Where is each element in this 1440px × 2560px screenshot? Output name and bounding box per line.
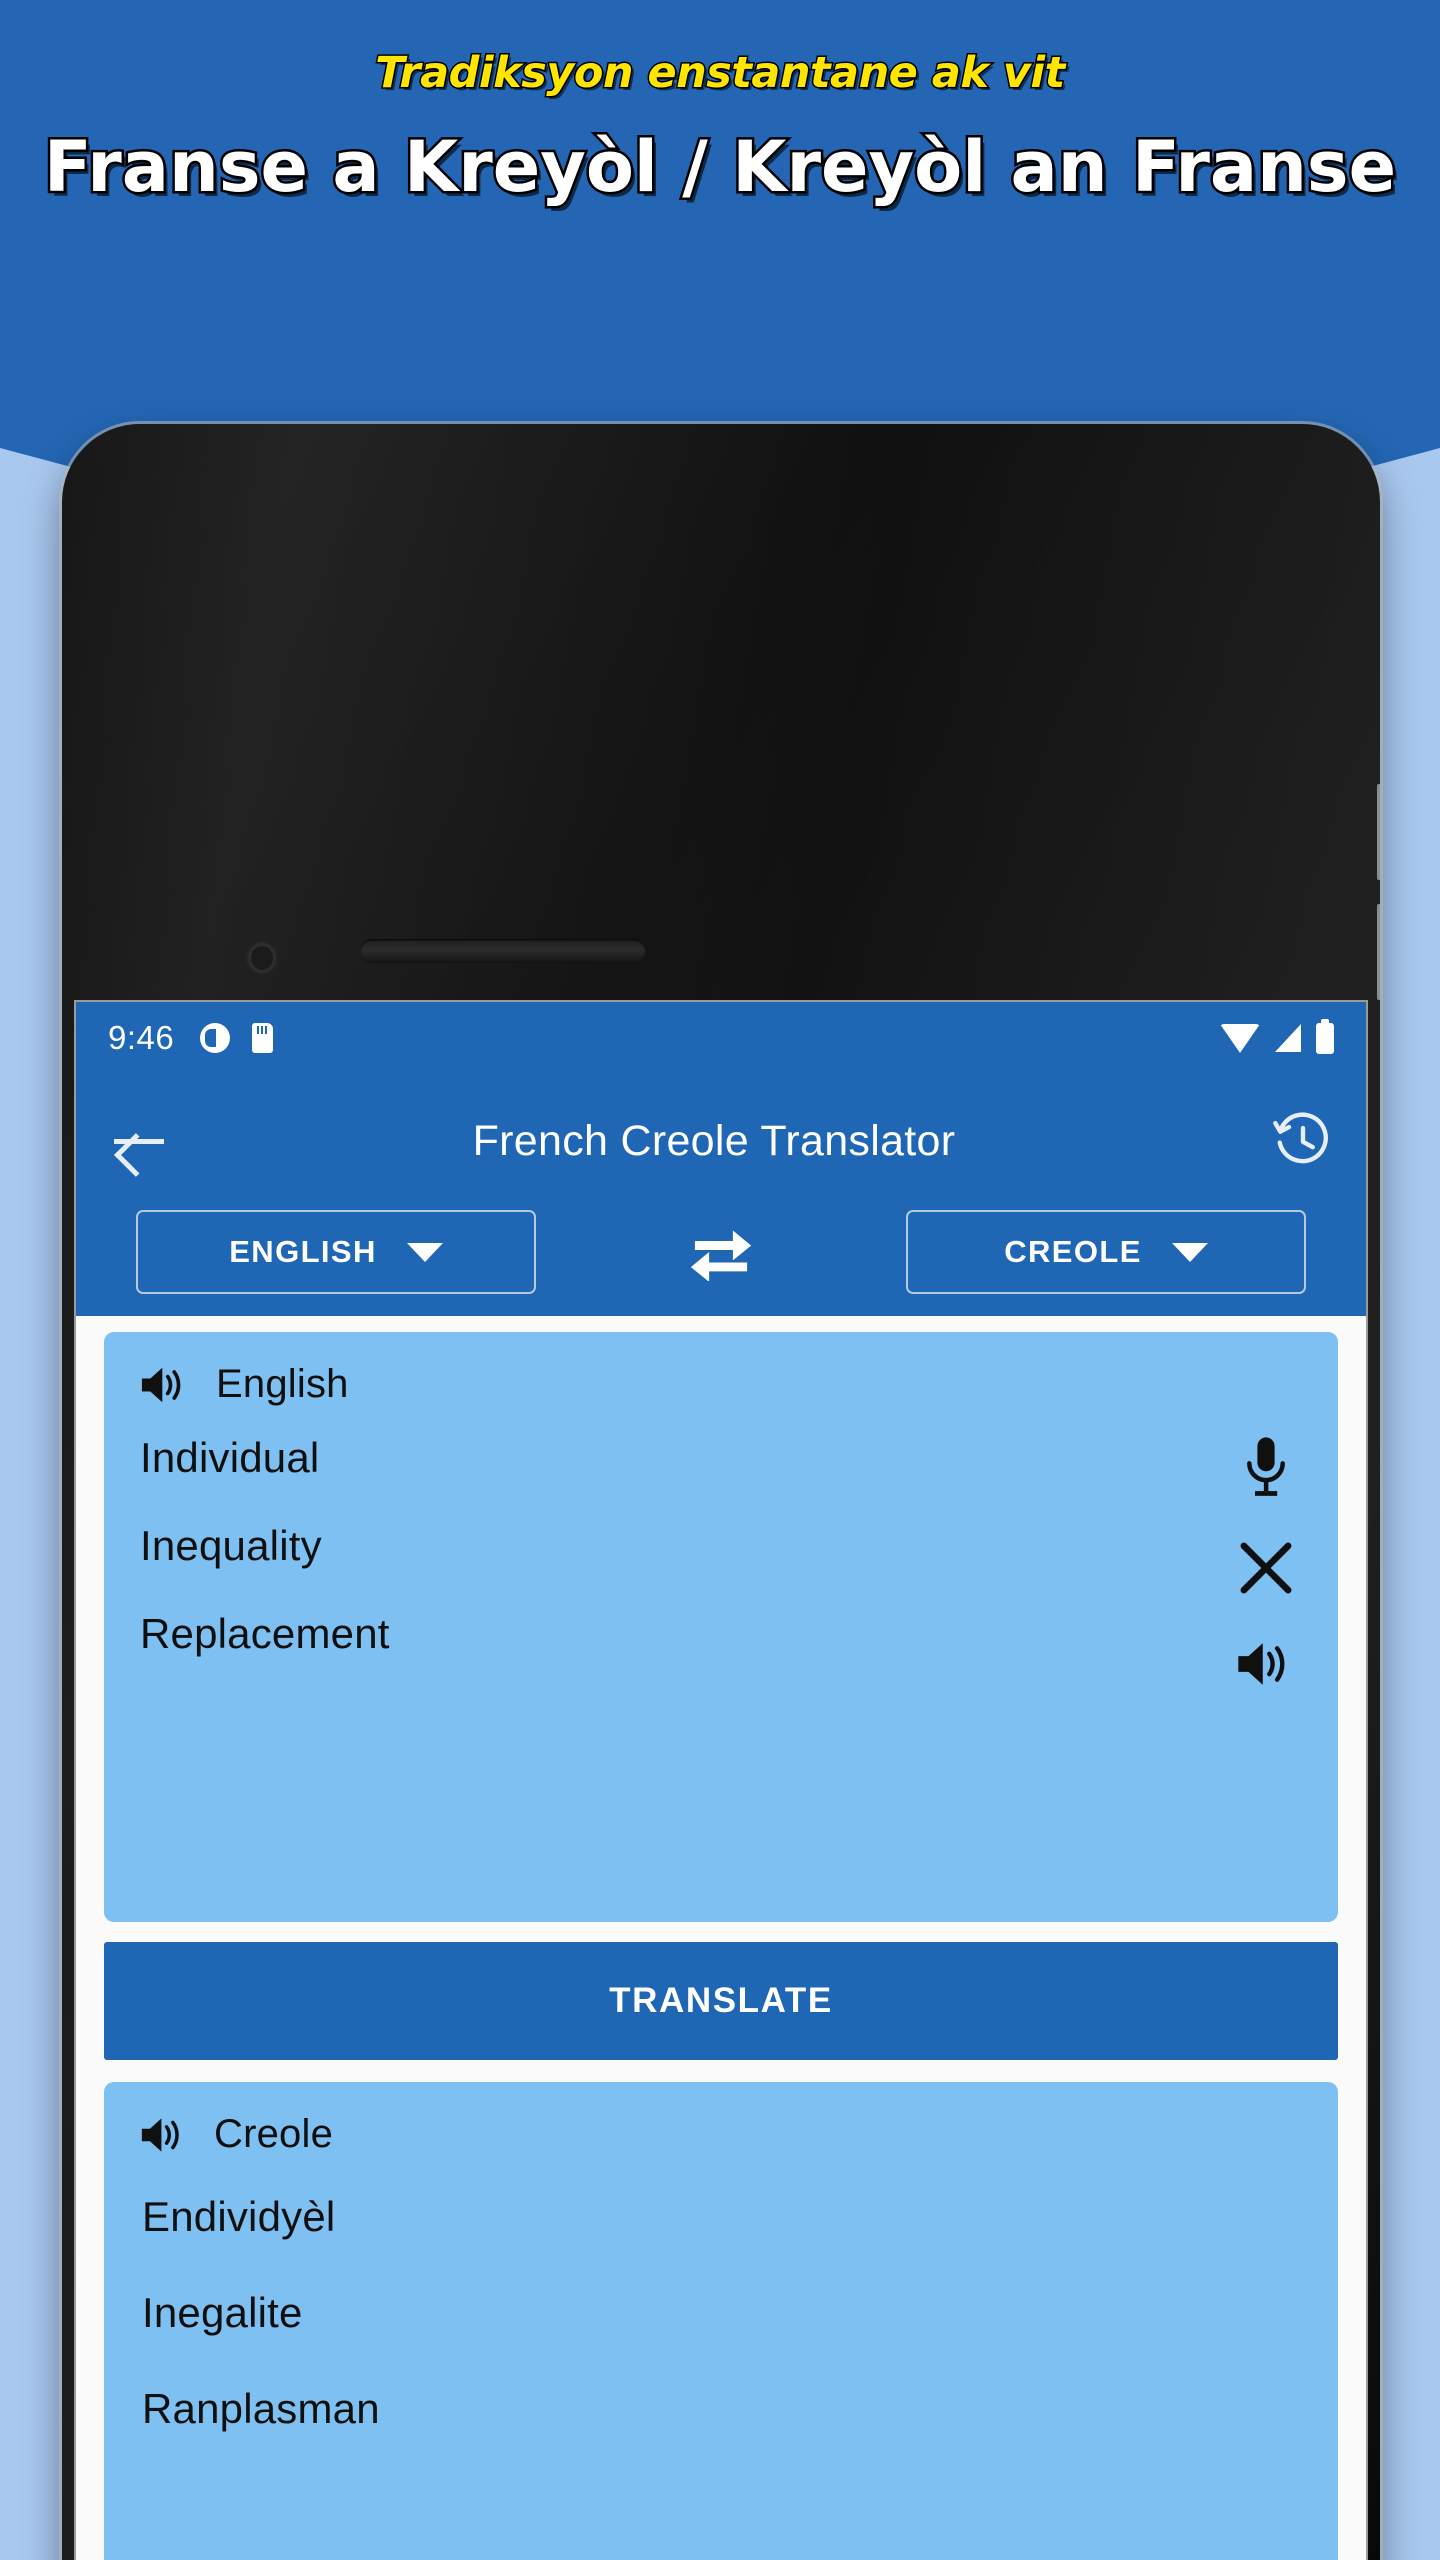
source-language-dropdown[interactable]: ENGLISH bbox=[136, 1210, 536, 1294]
earpiece-speaker bbox=[360, 939, 646, 963]
app-bar: French Creole Translator ENGLISH CREOLE bbox=[76, 1074, 1366, 1316]
signal-icon bbox=[1275, 1024, 1301, 1052]
speaker-icon bbox=[141, 2117, 179, 2152]
front-camera-icon bbox=[248, 943, 276, 973]
language-selector-row: ENGLISH CREOLE bbox=[108, 1194, 1334, 1316]
translate-button[interactable]: TRANSLATE bbox=[104, 1942, 1338, 2060]
speaker-icon bbox=[141, 1367, 181, 1402]
app-body: English Individual Inequality Replacemen… bbox=[76, 1316, 1366, 2560]
volume-button-down[interactable] bbox=[1377, 904, 1380, 1000]
history-icon[interactable] bbox=[1272, 1110, 1334, 1172]
do-not-disturb-icon bbox=[200, 1023, 231, 1053]
result-word: Ranplasman bbox=[142, 2385, 380, 2432]
page-title: French Creole Translator bbox=[472, 1116, 956, 1165]
status-time: 9:46 bbox=[108, 1019, 175, 1056]
promo-title: Franse a Kreyòl / Kreyòl an Franse bbox=[41, 124, 1398, 211]
status-left-icons bbox=[200, 1023, 274, 1053]
phone-mockup: 9:46 French Creole Translator ENGLISH CR… bbox=[62, 424, 1380, 2560]
source-panel-actions bbox=[1236, 1436, 1296, 1690]
speaker-icon bbox=[1238, 1643, 1285, 1685]
source-text-panel[interactable]: English Individual Inequality Replacemen… bbox=[104, 1332, 1338, 1922]
battery-icon bbox=[1316, 1018, 1334, 1054]
promo-screenshot: Tradiksyon enstantane ak vit Franse a Kr… bbox=[0, 0, 1440, 2560]
source-panel-header: English bbox=[104, 1332, 1338, 1407]
chevron-down-icon bbox=[406, 1242, 443, 1262]
source-word: Inequality bbox=[140, 1522, 322, 1569]
promo-text-block: Tradiksyon enstantane ak vit Franse a Kr… bbox=[0, 0, 1440, 211]
result-word: Endividyèl bbox=[142, 2193, 336, 2240]
volume-button-up[interactable] bbox=[1377, 784, 1380, 880]
result-word-list: Endividyèl Inegalite Ranplasman bbox=[104, 2157, 1338, 2433]
speak-source-button[interactable] bbox=[1236, 1638, 1296, 1690]
source-panel-language: English bbox=[216, 1362, 349, 1406]
sd-card-icon bbox=[252, 1023, 274, 1053]
source-word: Replacement bbox=[140, 1610, 390, 1657]
result-panel-header: Creole bbox=[104, 2082, 1338, 2157]
swap-languages-button[interactable] bbox=[536, 1223, 906, 1281]
microphone-icon bbox=[1247, 1437, 1285, 1496]
phone-screen: 9:46 French Creole Translator ENGLISH CR… bbox=[76, 1002, 1366, 2560]
promo-subtitle: Tradiksyon enstantane ak vit bbox=[374, 47, 1067, 100]
target-language-label: CREOLE bbox=[1004, 1234, 1142, 1269]
swap-horizontal-icon bbox=[690, 1230, 752, 1281]
app-bar-row: French Creole Translator bbox=[108, 1088, 1334, 1194]
status-right-icons bbox=[1220, 1018, 1334, 1054]
source-language-label: ENGLISH bbox=[229, 1234, 377, 1269]
result-panel-language: Creole bbox=[214, 2112, 334, 2156]
target-language-dropdown[interactable]: CREOLE bbox=[906, 1210, 1306, 1294]
status-bar: 9:46 bbox=[76, 1002, 1366, 1074]
chevron-down-icon bbox=[1171, 1242, 1208, 1262]
source-word: Individual bbox=[140, 1434, 320, 1481]
mic-button[interactable] bbox=[1242, 1436, 1290, 1498]
clear-button[interactable] bbox=[1238, 1540, 1294, 1596]
result-word: Inegalite bbox=[142, 2289, 303, 2336]
wifi-icon bbox=[1220, 1023, 1260, 1053]
close-icon bbox=[1240, 1542, 1292, 1594]
source-word-list: Individual Inequality Replacement bbox=[104, 1407, 1338, 1655]
back-arrow-icon[interactable] bbox=[108, 1110, 170, 1172]
result-text-panel[interactable]: Creole Endividyèl Inegalite Ranplasman bbox=[104, 2082, 1338, 2560]
